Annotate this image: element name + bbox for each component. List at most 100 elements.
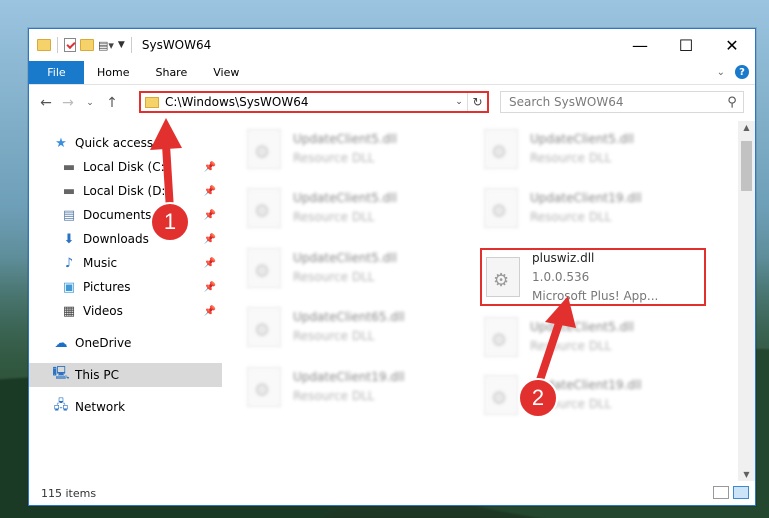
search-box[interactable]: ⚲ bbox=[500, 91, 744, 113]
file-item[interactable]: ⚙ UpdateClient5.dll Resource DLL bbox=[247, 123, 475, 175]
scroll-down-icon[interactable]: ▼ bbox=[738, 470, 755, 479]
chevron-down-icon[interactable]: ⌄ bbox=[451, 97, 467, 107]
sidebar-item-network[interactable]: 🖧 Network bbox=[29, 395, 222, 419]
pin-icon[interactable]: 📌 bbox=[204, 186, 216, 197]
refresh-icon[interactable]: ↻ bbox=[467, 93, 487, 111]
file-name: UpdateClient5.dll bbox=[293, 191, 397, 205]
dll-file-icon: ⚙ bbox=[247, 367, 281, 407]
search-icon[interactable]: ⚲ bbox=[721, 95, 743, 110]
tab-home[interactable]: Home bbox=[84, 61, 142, 84]
search-input[interactable] bbox=[509, 95, 721, 109]
dll-file-icon: ⚙ bbox=[484, 129, 518, 169]
file-item[interactable]: ⚙ UpdateClient5.dll Resource DLL bbox=[484, 123, 712, 175]
file-item[interactable]: ⚙ UpdateClient5.dll Resource DLL bbox=[247, 242, 475, 294]
sidebar-item-label: Network bbox=[75, 400, 126, 414]
file-name: UpdateClient19.dll bbox=[530, 191, 642, 205]
customize-icon[interactable]: ▤▾ bbox=[98, 39, 114, 52]
sidebar-item-label: Local Disk (D:) bbox=[83, 184, 171, 198]
file-type: Resource DLL bbox=[530, 339, 612, 353]
drive-icon: ▬ bbox=[62, 159, 76, 175]
minimize-button[interactable]: — bbox=[617, 29, 663, 61]
toolbar-divider bbox=[130, 37, 132, 53]
tab-file[interactable]: File bbox=[29, 61, 84, 84]
maximize-button[interactable]: ☐ bbox=[663, 29, 709, 61]
up-arrow-icon[interactable]: ↑ bbox=[101, 95, 123, 111]
scroll-up-icon[interactable]: ▲ bbox=[738, 123, 755, 132]
sidebar-item-quick-access[interactable]: ★ Quick access bbox=[29, 131, 222, 155]
sidebar-item-label: Quick access bbox=[75, 136, 154, 150]
sidebar-item-onedrive[interactable]: ☁ OneDrive bbox=[29, 331, 222, 355]
file-item[interactable]: ⚙ UpdateClient5.dll Resource DLL bbox=[247, 182, 475, 234]
file-item[interactable]: ⚙ UpdateClient5.dll Resource DLL bbox=[484, 311, 712, 363]
sidebar-item-documents[interactable]: ▤ Documents 📌 bbox=[29, 203, 222, 227]
main-area: ★ Quick access ▬ Local Disk (C:) 📌 ▬ Loc… bbox=[29, 121, 755, 481]
tab-share[interactable]: Share bbox=[142, 61, 200, 84]
properties-icon[interactable] bbox=[64, 38, 76, 52]
file-item[interactable]: ⚙ UpdateClient65.dll Resource DLL bbox=[247, 301, 475, 353]
pictures-icon: ▣ bbox=[62, 279, 76, 295]
file-name: pluswiz.dll bbox=[532, 250, 595, 265]
address-path[interactable]: C:\Windows\SysWOW64 bbox=[165, 95, 451, 109]
ribbon-tabs: File Home Share View ⌄ ? bbox=[29, 61, 755, 85]
pin-icon[interactable]: 📌 bbox=[204, 210, 216, 221]
address-bar[interactable]: C:\Windows\SysWOW64 ⌄ ↻ bbox=[139, 91, 489, 113]
status-bar: 115 items bbox=[29, 481, 755, 505]
folder-icon bbox=[145, 96, 159, 108]
view-toggle bbox=[713, 486, 749, 499]
file-name: UpdateClient5.dll bbox=[293, 251, 397, 265]
sidebar-item-downloads[interactable]: ⬇ Downloads 📌 bbox=[29, 227, 222, 251]
computer-icon: 🖳 bbox=[52, 366, 70, 381]
sidebar-item-local-disk-d[interactable]: ▬ Local Disk (D:) 📌 bbox=[29, 179, 222, 203]
back-arrow-icon[interactable]: ← bbox=[35, 95, 57, 111]
sidebar-item-label: Pictures bbox=[83, 280, 131, 294]
file-name: UpdateClient5.dll bbox=[530, 132, 634, 146]
sidebar-item-label: Downloads bbox=[83, 232, 149, 246]
sidebar-item-this-pc[interactable]: 🖳 This PC bbox=[29, 363, 222, 387]
pin-icon[interactable]: 📌 bbox=[204, 282, 216, 293]
step-1-badge: 1 bbox=[150, 202, 190, 242]
scroll-thumb[interactable] bbox=[741, 141, 752, 191]
folder-icon[interactable] bbox=[37, 39, 51, 51]
drive-icon: ▬ bbox=[62, 183, 76, 199]
sidebar-item-videos[interactable]: ▦ Videos 📌 bbox=[29, 299, 222, 323]
vertical-scrollbar[interactable]: ▲ ▼ bbox=[738, 121, 755, 481]
pluswiz-dll-file[interactable]: ⚙ pluswiz.dll 1.0.0.536 Microsoft Plus! … bbox=[480, 248, 706, 306]
file-name: UpdateClient5.dll bbox=[293, 132, 397, 146]
expand-ribbon-icon[interactable]: ⌄ bbox=[717, 67, 725, 78]
file-name: UpdateClient19.dll bbox=[293, 370, 405, 384]
toolbar-divider bbox=[57, 37, 58, 53]
videos-icon: ▦ bbox=[62, 303, 76, 319]
file-name: UpdateClient5.dll bbox=[530, 320, 634, 334]
network-icon: 🖧 bbox=[53, 398, 69, 413]
file-type: Resource DLL bbox=[293, 389, 375, 403]
pin-icon[interactable]: 📌 bbox=[204, 234, 216, 245]
sidebar-item-music[interactable]: ♪ Music 📌 bbox=[29, 251, 222, 275]
dll-file-icon: ⚙ bbox=[484, 188, 518, 228]
close-button[interactable]: ✕ bbox=[709, 29, 755, 61]
large-icons-view-icon[interactable] bbox=[733, 486, 749, 499]
recent-locations-icon[interactable]: ⌄ bbox=[79, 98, 101, 108]
music-icon: ♪ bbox=[64, 255, 74, 271]
pin-icon[interactable]: 📌 bbox=[204, 162, 216, 173]
details-view-icon[interactable] bbox=[713, 486, 729, 499]
file-name: UpdateClient65.dll bbox=[293, 310, 405, 324]
sidebar-item-pictures[interactable]: ▣ Pictures 📌 bbox=[29, 275, 222, 299]
quick-access-toolbar: ▤▾ ▼ bbox=[29, 29, 134, 61]
sidebar-item-local-disk-c[interactable]: ▬ Local Disk (C:) 📌 bbox=[29, 155, 222, 179]
tab-view[interactable]: View bbox=[200, 61, 252, 84]
download-icon: ⬇ bbox=[63, 231, 75, 247]
chevron-down-icon[interactable]: ▼ bbox=[118, 40, 125, 50]
forward-arrow-icon[interactable]: → bbox=[57, 95, 79, 111]
new-folder-icon[interactable] bbox=[80, 39, 94, 51]
window-controls: — ☐ ✕ bbox=[617, 29, 755, 61]
pin-icon[interactable]: 📌 bbox=[204, 306, 216, 317]
file-item[interactable]: ⚙ UpdateClient19.dll Resource DLL bbox=[484, 182, 712, 234]
star-icon: ★ bbox=[55, 135, 67, 151]
file-item[interactable]: ⚙ UpdateClient19.dll Resource DLL bbox=[247, 361, 475, 413]
item-count: 115 items bbox=[41, 486, 97, 500]
help-icon[interactable]: ? bbox=[735, 65, 749, 79]
navigation-bar: ← → ⌄ ↑ C:\Windows\SysWOW64 ⌄ ↻ ⚲ bbox=[29, 85, 755, 121]
pin-icon[interactable]: 📌 bbox=[204, 258, 216, 269]
